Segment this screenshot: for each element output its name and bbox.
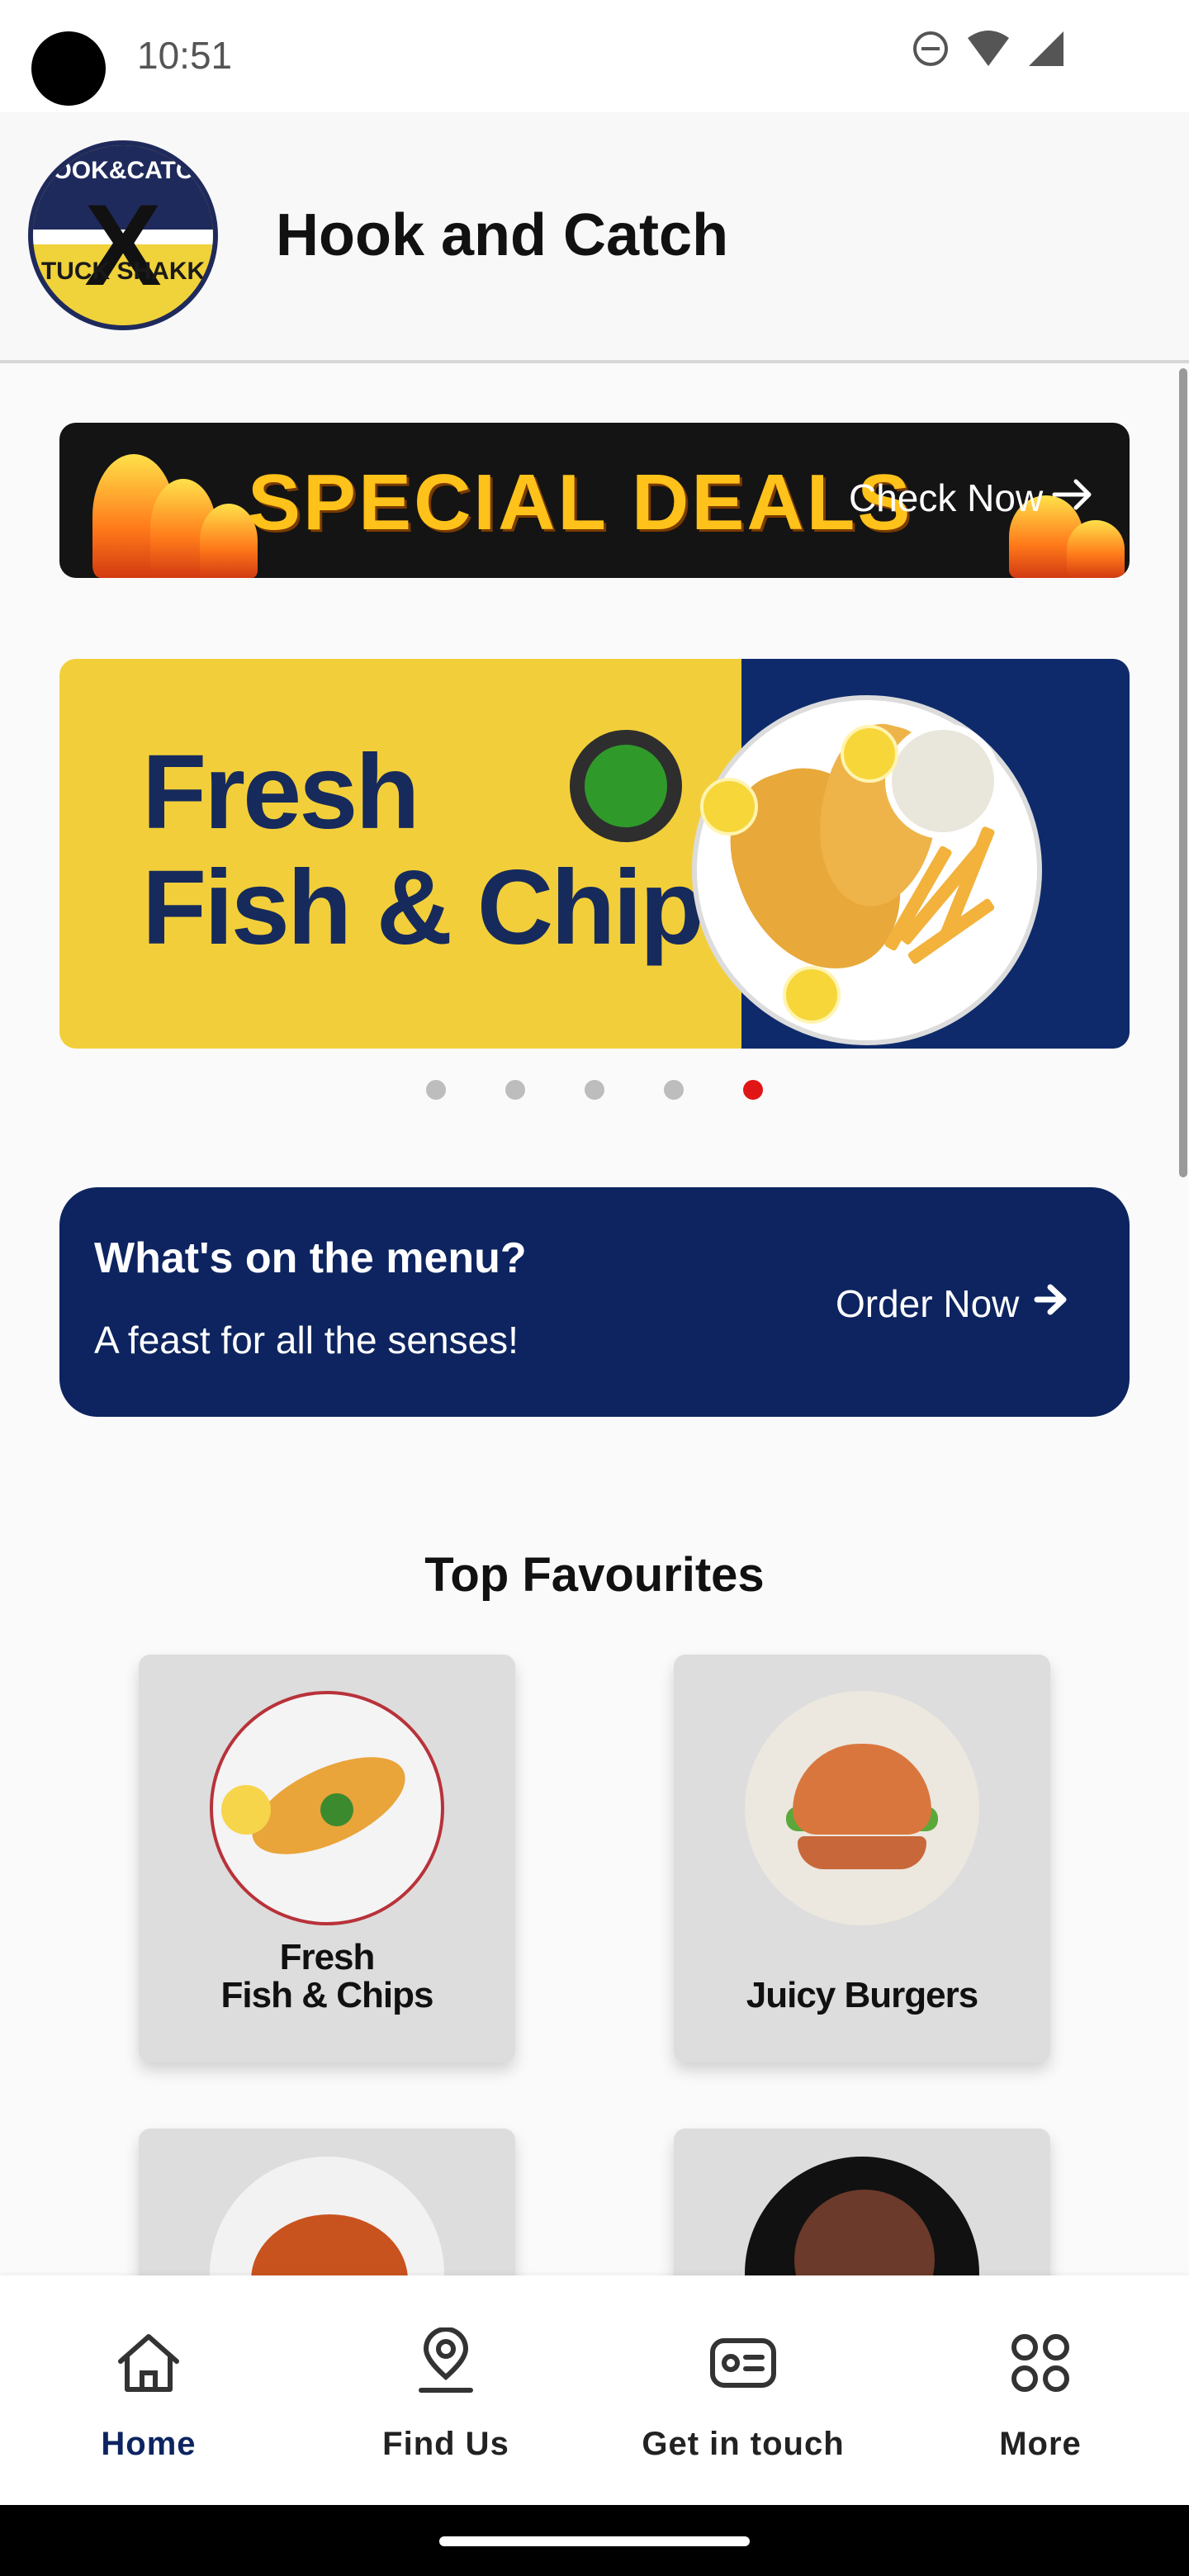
special-deals-title: SPECIAL DEALS	[248, 458, 913, 547]
favourite-card-fish-and-chips[interactable]: Fresh Fish & Chips	[139, 1655, 515, 2062]
mushy-peas-image	[570, 730, 682, 842]
nav-find-us-label: Find Us	[382, 2426, 509, 2462]
fish-and-chips-image	[210, 1691, 444, 1925]
hero-carousel-slide[interactable]: Fresh Fish & Chips	[59, 659, 1130, 1049]
carousel-dot[interactable]	[585, 1080, 604, 1100]
lemon-wedge-image	[841, 725, 898, 783]
nav-home[interactable]: Home	[0, 2322, 297, 2463]
favourite-label: Juicy Burgers	[746, 1975, 978, 2015]
arrow-right-icon	[1051, 476, 1094, 520]
contact-card-icon	[702, 2322, 784, 2404]
signal-icon	[1027, 30, 1065, 68]
burger-image	[745, 1691, 979, 1925]
location-pin-icon	[405, 2322, 487, 2404]
scrollbar[interactable]	[1179, 368, 1187, 1177]
menu-card-title: What's on the menu?	[94, 1234, 527, 1282]
carousel-indicators	[0, 1080, 1189, 1100]
status-time: 10:51	[137, 34, 233, 77]
page-title: Hook and Catch	[276, 202, 729, 268]
wifi-icon	[966, 30, 1011, 68]
bottom-navigation: Home Find Us Get in touch More	[0, 2275, 1189, 2505]
status-icons	[912, 30, 1065, 68]
carousel-dot[interactable]	[505, 1080, 525, 1100]
lemon-wedge-image	[783, 966, 841, 1024]
nav-find-us[interactable]: Find Us	[297, 2322, 594, 2463]
brand-logo: X HOOK&CATCH TUCK SHAKK	[28, 140, 218, 330]
carousel-dot[interactable]	[664, 1080, 684, 1100]
check-now-button[interactable]: Check Now	[849, 476, 1094, 520]
menu-card-subtitle: A feast for all the senses!	[94, 1319, 519, 1361]
nav-get-in-touch[interactable]: Get in touch	[594, 2322, 892, 2463]
favourite-label: Fresh Fish & Chips	[220, 1937, 434, 2015]
check-now-label: Check Now	[849, 476, 1044, 519]
nav-get-in-touch-label: Get in touch	[642, 2426, 845, 2462]
home-gesture-handle[interactable]	[439, 2536, 750, 2546]
tartar-sauce-image	[885, 723, 1001, 839]
order-now-button[interactable]: Order Now	[836, 1281, 1070, 1326]
nav-more-label: More	[999, 2426, 1082, 2462]
lemon-wedge-image	[700, 778, 758, 836]
do-not-disturb-icon	[912, 30, 950, 68]
carousel-dot-active[interactable]	[743, 1080, 763, 1100]
carousel-dot[interactable]	[426, 1080, 446, 1100]
home-icon	[107, 2322, 190, 2404]
arrow-right-icon	[1034, 1281, 1070, 1326]
order-now-label: Order Now	[836, 1282, 1020, 1325]
favourite-card-burgers[interactable]: Juicy Burgers	[674, 1655, 1050, 2062]
nav-home-label: Home	[101, 2426, 197, 2462]
grid-more-icon	[999, 2322, 1082, 2404]
nav-more[interactable]: More	[892, 2322, 1189, 2463]
camera-cutout	[31, 31, 106, 106]
special-deals-banner[interactable]: SPECIAL DEALS Check Now	[59, 423, 1130, 578]
top-favourites-heading: Top Favourites	[424, 1548, 765, 1602]
